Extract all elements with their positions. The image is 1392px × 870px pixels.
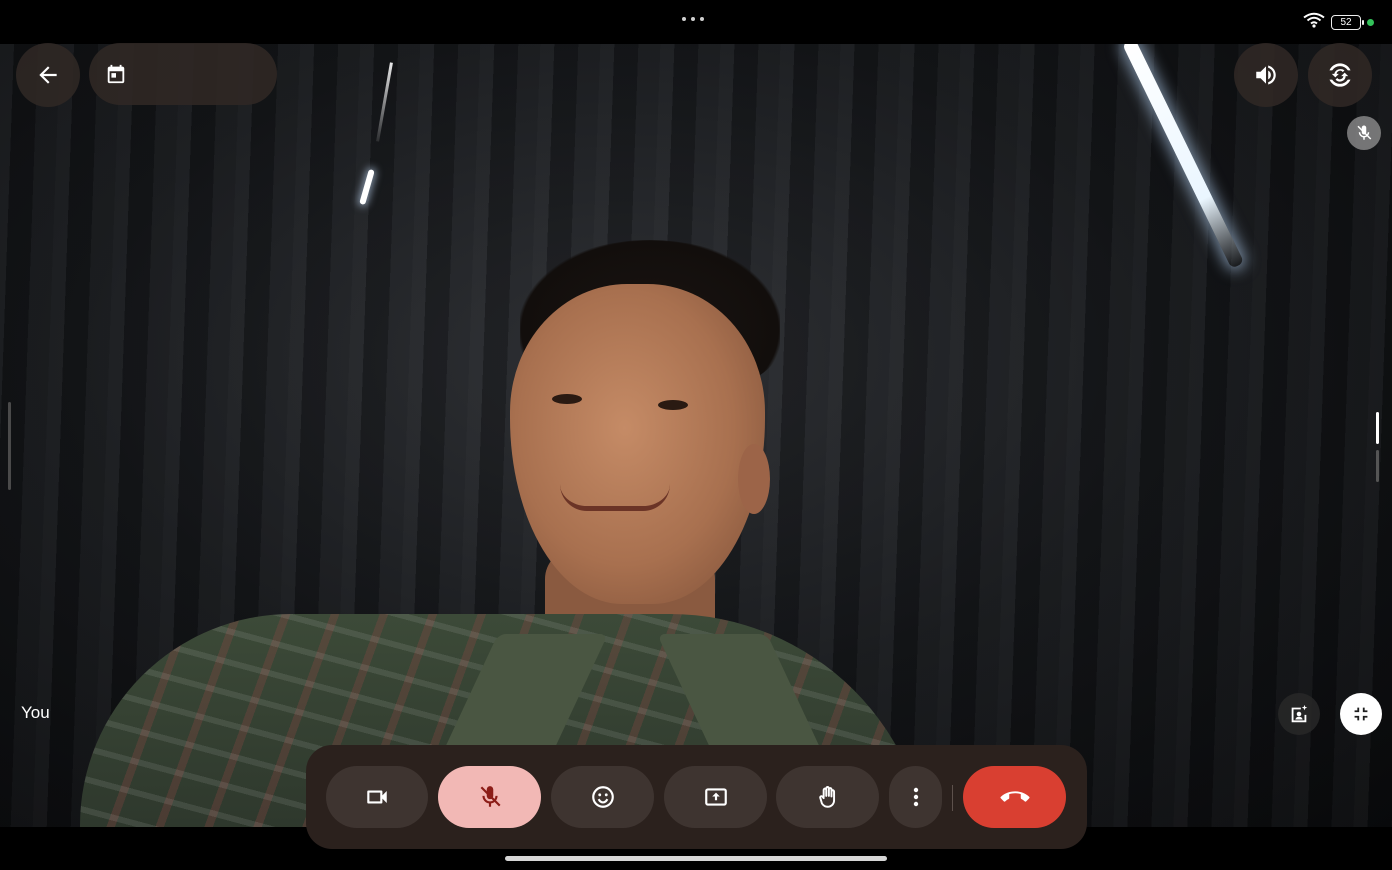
left-edge-handle[interactable] (8, 402, 11, 490)
more-options-button[interactable] (889, 766, 942, 828)
visual-effects-button[interactable] (1278, 693, 1320, 735)
send-reaction-button[interactable] (551, 766, 654, 828)
right-edge-handle[interactable] (1376, 412, 1379, 444)
switch-camera-button[interactable] (1308, 43, 1372, 107)
mic-off-icon (480, 786, 501, 807)
hand-icon (818, 786, 835, 808)
status-bar: 52 (0, 0, 1392, 44)
controls-divider (952, 785, 953, 811)
background-light (359, 168, 375, 206)
self-muted-indicator (1347, 116, 1381, 150)
back-button[interactable] (16, 43, 80, 107)
videocam-icon (367, 790, 387, 804)
meeting-info-button[interactable] (89, 43, 277, 105)
end-call-button[interactable] (963, 766, 1066, 828)
background-light (1122, 44, 1245, 269)
audio-output-button[interactable] (1234, 43, 1298, 107)
privacy-indicator (1367, 19, 1374, 26)
meet-call-screen: 52 You (0, 0, 1392, 870)
call-controls-bar (306, 745, 1087, 849)
participant-smile (560, 484, 670, 511)
participant-eye (552, 394, 582, 404)
microphone-toggle-button[interactable] (438, 766, 541, 828)
camera-toggle-button[interactable] (326, 766, 428, 828)
participant-face (510, 284, 765, 604)
minimize-self-view-button[interactable] (1340, 693, 1382, 735)
mic-off-icon (1357, 125, 1372, 140)
call-end-icon (1000, 791, 1029, 802)
wifi-icon (1303, 12, 1325, 33)
multitasking-handle[interactable] (682, 17, 704, 21)
participant-ear (738, 444, 770, 514)
emoji-icon (591, 786, 614, 808)
battery-level: 52 (1340, 17, 1352, 28)
calendar-icon (107, 64, 125, 84)
arrow-back-icon (39, 66, 57, 84)
self-name-label: You (21, 703, 50, 722)
battery-icon: 52 (1331, 15, 1364, 30)
more-vert-icon (913, 787, 918, 807)
self-video-feed (0, 44, 1392, 827)
status-icons: 52 (1303, 12, 1374, 33)
background-light (376, 62, 393, 142)
home-indicator[interactable] (505, 856, 887, 861)
volume-icon (1256, 65, 1276, 85)
present-screen-icon (704, 788, 727, 806)
fullscreen-exit-icon (1354, 707, 1368, 721)
participant-eye (658, 400, 688, 410)
effects-icon (1291, 704, 1308, 723)
present-screen-button[interactable] (664, 766, 767, 828)
right-edge-handle[interactable] (1376, 450, 1379, 482)
raise-hand-button[interactable] (776, 766, 879, 828)
switch-camera-icon (1329, 63, 1351, 87)
